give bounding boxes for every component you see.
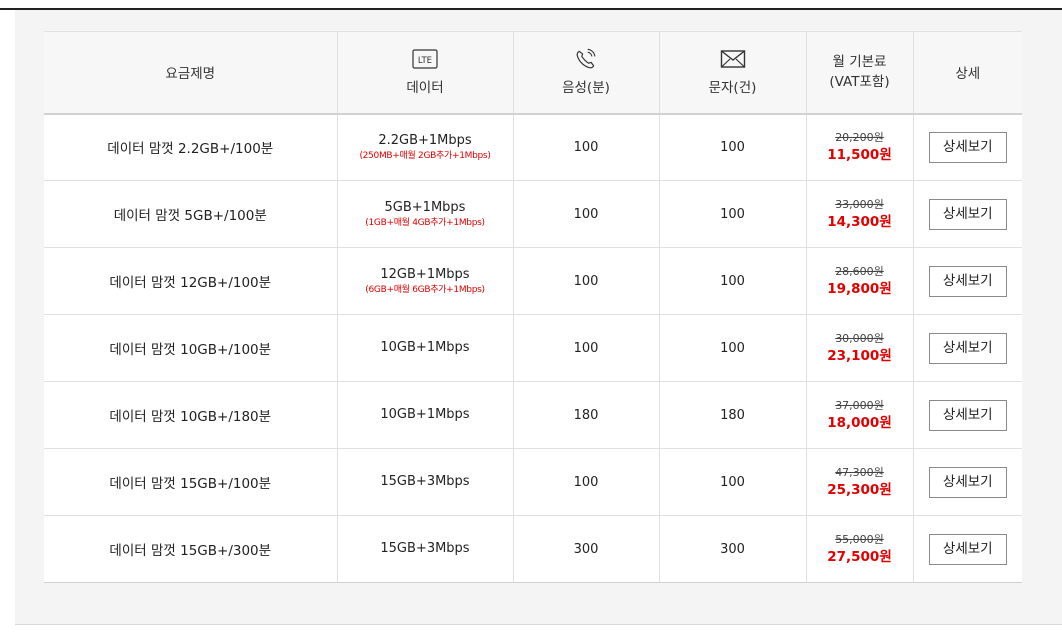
table-row: 데이터 맘껏 10GB+/180분 10GB+1Mbps 180 180 37,…: [44, 381, 1022, 449]
phone-icon: [576, 48, 596, 69]
plan-fee-original: 37,000원: [835, 399, 884, 412]
plan-fee-price: 14,300원: [827, 214, 892, 230]
plan-name: 데이터 맘껏 12GB+/100분: [109, 275, 272, 291]
plan-sms: 100: [720, 474, 745, 490]
plan-data-note: (6GB+매월 6GB추가+1Mbps): [365, 284, 485, 295]
plan-voice: 100: [573, 474, 599, 490]
header-sms-label: 문자(건): [708, 80, 757, 97]
plan-data: 2.2GB+1Mbps: [378, 132, 472, 148]
plan-fee-original: 20,200원: [835, 131, 884, 145]
plan-fee-price: 18,000원: [827, 415, 892, 431]
header-voice: 음성(분): [512, 31, 659, 115]
header-fee: 월 기본료 (VAT포함): [805, 31, 913, 115]
header-plan-name: 요금제명: [44, 31, 337, 115]
plan-sms: 300: [720, 541, 745, 557]
detail-button[interactable]: 상세보기: [928, 533, 1007, 565]
plan-voice: 100: [573, 139, 599, 155]
header-voice-label: 음성(분): [562, 80, 610, 97]
detail-button[interactable]: 상세보기: [928, 466, 1007, 498]
plan-data-note: (250MB+매월 2GB추가+1Mbps): [359, 150, 491, 161]
plan-fee-price: 25,300원: [827, 482, 892, 498]
plan-fee-original: 47,300원: [835, 466, 884, 479]
header-plan-name-label: 요금제명: [165, 66, 216, 83]
plan-voice: 180: [573, 407, 599, 423]
plan-sms: 100: [720, 139, 745, 155]
detail-button[interactable]: 상세보기: [928, 399, 1007, 431]
header-detail: 상세: [912, 31, 1022, 115]
header-fee-label: 월 기본료: [832, 54, 887, 71]
plan-sms: 100: [720, 273, 745, 289]
envelope-icon: [720, 50, 745, 68]
plan-data: 12GB+1Mbps: [380, 266, 470, 282]
header-fee-vat: (VAT포함): [829, 74, 890, 91]
plan-table: 요금제명 LTE 데이터 음성(분) 문자(건) 월 기본료 (VAT포함) 상…: [44, 31, 1022, 583]
bottom-divider: [15, 624, 1062, 625]
plan-voice: 100: [573, 340, 599, 356]
plan-data-note: (1GB+매월 4GB추가+1Mbps): [365, 217, 485, 228]
plan-sms: 180: [720, 407, 745, 423]
plan-name: 데이터 맘껏 15GB+/300분: [109, 543, 272, 559]
plan-fee-original: 28,600원: [835, 265, 884, 278]
plan-fee-original: 33,000원: [835, 198, 884, 211]
plan-voice: 100: [573, 273, 599, 289]
plan-name: 데이터 맘껏 10GB+/100분: [109, 342, 272, 358]
detail-button[interactable]: 상세보기: [928, 131, 1007, 163]
detail-button[interactable]: 상세보기: [928, 265, 1007, 297]
table-header-row: 요금제명 LTE 데이터 음성(분) 문자(건) 월 기본료 (VAT포함) 상…: [44, 31, 1022, 115]
header-data: LTE 데이터: [336, 31, 513, 115]
lte-icon: LTE: [412, 49, 438, 69]
plan-data: 15GB+3Mbps: [380, 474, 470, 489]
plan-data: 10GB+1Mbps: [380, 340, 470, 355]
plan-fee-original: 30,000원: [835, 332, 884, 345]
plan-sms: 100: [720, 340, 745, 356]
plan-fee-price: 23,100원: [827, 348, 892, 364]
header-data-label: 데이터: [406, 80, 444, 97]
table-row: 데이터 맘껏 5GB+/100분 5GB+1Mbps (1GB+매월 4GB추가+…: [44, 180, 1022, 248]
header-sms: 문자(건): [658, 31, 806, 115]
table-row: 데이터 맘껏 10GB+/100분 10GB+1Mbps 100 100 30,…: [44, 314, 1022, 382]
plan-voice: 300: [573, 541, 599, 557]
detail-button[interactable]: 상세보기: [928, 332, 1007, 364]
plan-data: 5GB+1Mbps: [384, 199, 466, 215]
plan-fee-original: 55,000원: [835, 533, 884, 546]
plan-voice: 100: [573, 206, 599, 222]
lte-icon-text: LTE: [418, 56, 432, 66]
plan-sms: 100: [720, 206, 745, 222]
plan-name: 데이터 맘껏 15GB+/100분: [109, 476, 272, 492]
table-row: 데이터 맘껏 2.2GB+/100분 2.2GB+1Mbps (250MB+매월 …: [44, 113, 1022, 181]
table-row: 데이터 맘껏 15GB+/100분 15GB+3Mbps 100 100 47,…: [44, 448, 1022, 516]
plan-fee-price: 19,800원: [827, 281, 892, 297]
plan-name: 데이터 맘껏 10GB+/180분: [109, 409, 272, 425]
plan-fee-price: 11,500원: [827, 147, 892, 164]
plan-name: 데이터 맘껏 2.2GB+/100분: [107, 141, 274, 158]
plan-data: 15GB+3Mbps: [380, 541, 470, 556]
table-row: 데이터 맘껏 15GB+/300분 15GB+3Mbps 300 300 55,…: [44, 515, 1022, 583]
plan-fee-price: 27,500원: [827, 549, 892, 565]
plan-name: 데이터 맘껏 5GB+/100분: [113, 208, 267, 224]
plan-data: 10GB+1Mbps: [380, 407, 470, 422]
header-detail-label: 상세: [955, 66, 981, 83]
table-row: 데이터 맘껏 12GB+/100분 12GB+1Mbps (6GB+매월 6GB추…: [44, 247, 1022, 315]
detail-button[interactable]: 상세보기: [928, 198, 1007, 230]
